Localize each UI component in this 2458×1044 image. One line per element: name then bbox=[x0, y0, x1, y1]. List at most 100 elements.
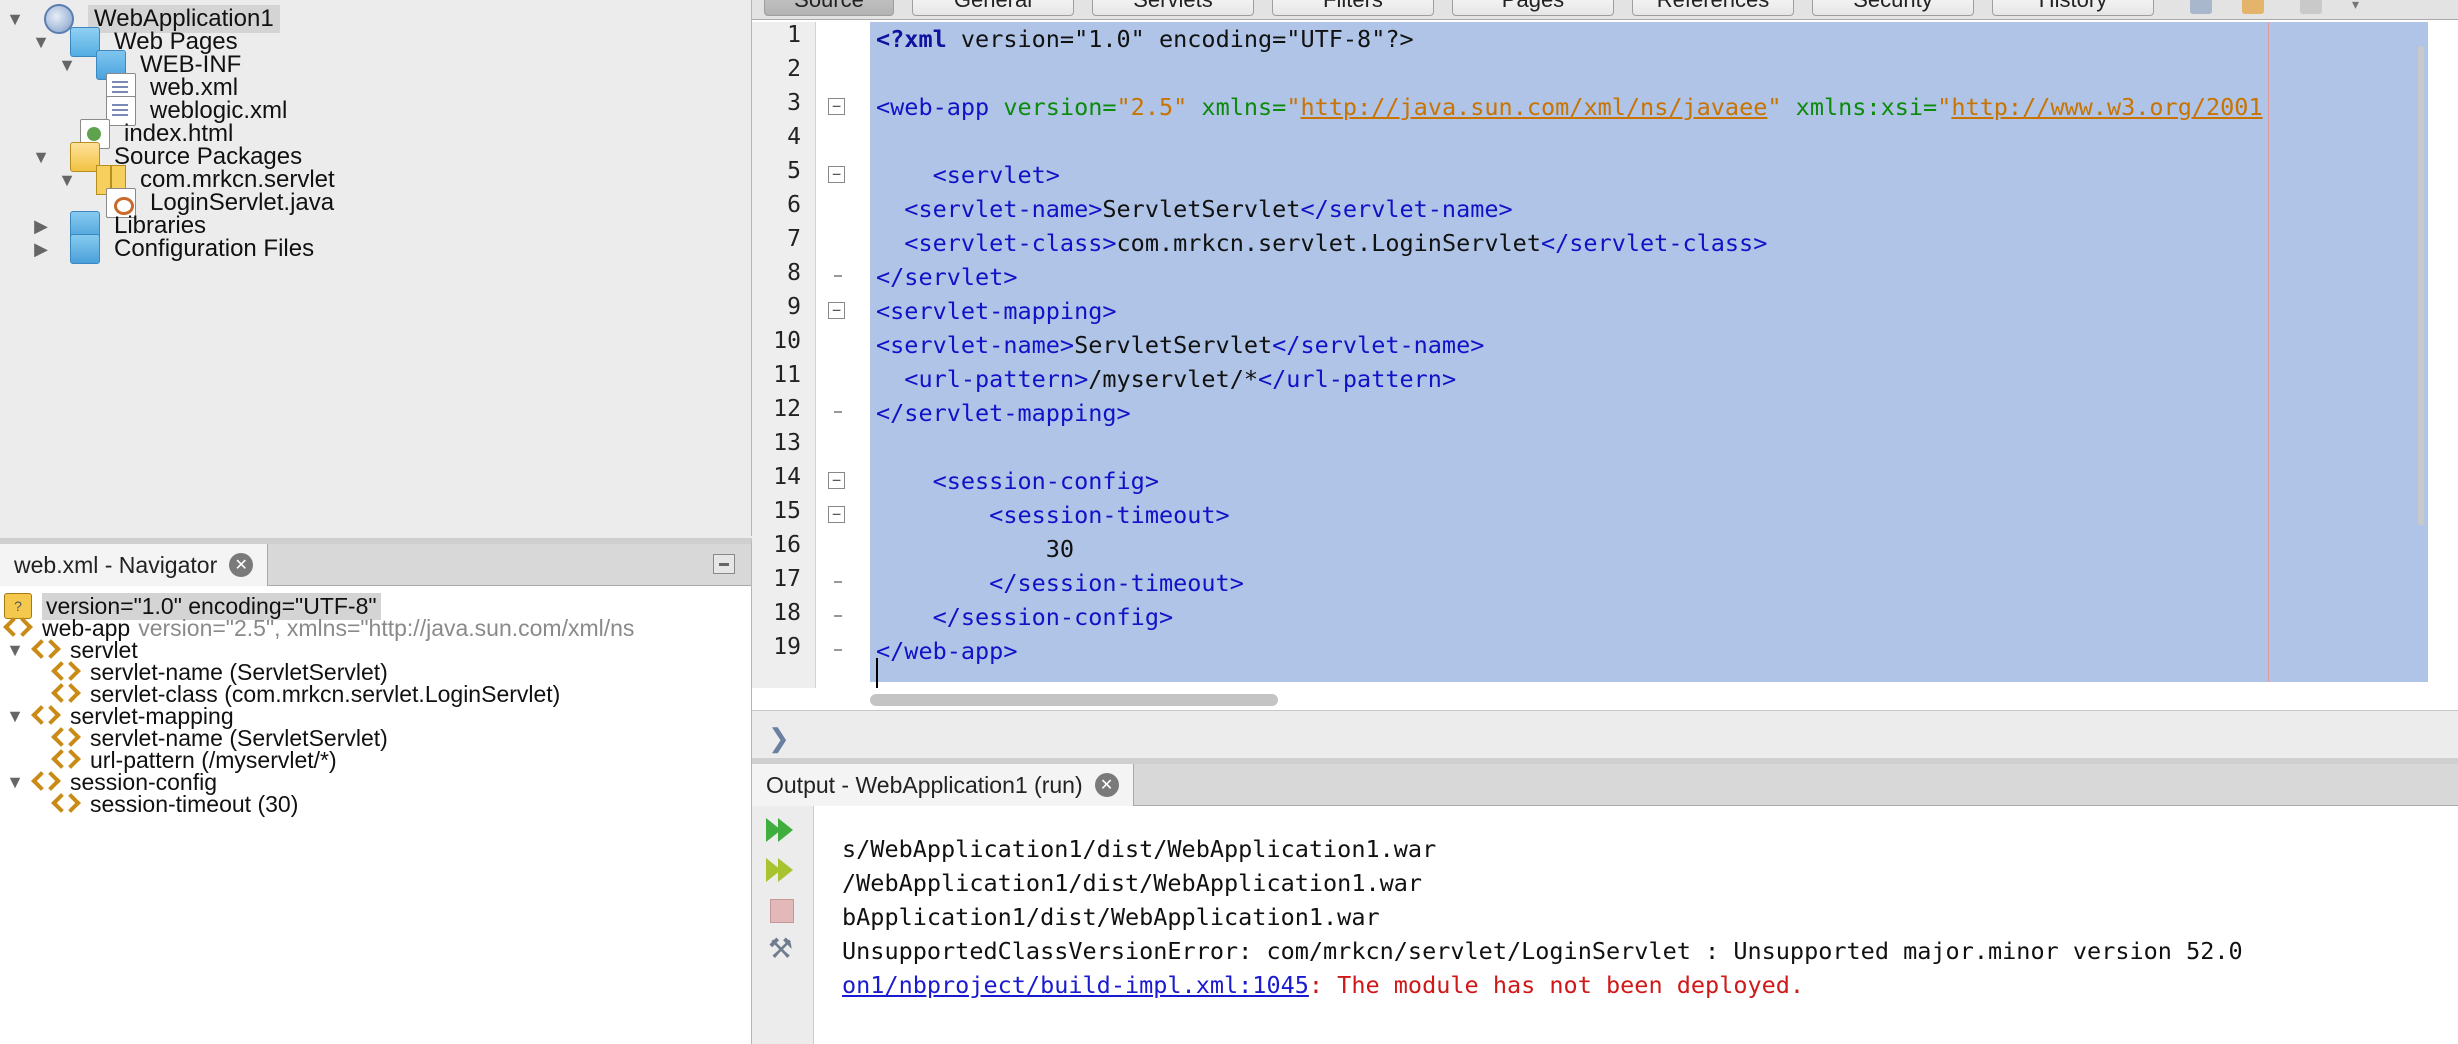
projects-panel: ▼ WebApplication1 ▼ Web Pages ▼ WEB-INF … bbox=[0, 0, 752, 536]
expand-arrow-icon[interactable]: ▼ bbox=[4, 705, 26, 727]
tab-security[interactable]: Security bbox=[1812, 0, 1974, 16]
text-caret bbox=[876, 658, 878, 688]
code-line-9: <servlet-mapping> bbox=[876, 297, 1117, 325]
code-editor[interactable]: <?xml version="1.0" encoding="UTF-8"?> <… bbox=[870, 22, 2428, 682]
expand-arrow-icon[interactable]: ▼ bbox=[56, 169, 78, 191]
tab-source[interactable]: Source bbox=[764, 0, 894, 16]
fold-collapse-icon[interactable]: − bbox=[828, 506, 845, 523]
code-line-17: </session-timeout> bbox=[876, 569, 1244, 597]
line-number: 7 bbox=[787, 226, 801, 252]
code-line-8: </servlet> bbox=[876, 263, 1018, 291]
editor-toolbar: Source General Servlets Filters Pages Re… bbox=[752, 0, 2458, 20]
xml-tag-icon bbox=[52, 791, 80, 817]
code-line-15: <session-timeout> bbox=[876, 501, 1230, 529]
rerun-icon[interactable] bbox=[764, 814, 798, 846]
rerun-with-params-icon[interactable] bbox=[764, 854, 798, 886]
tab-servlets[interactable]: Servlets bbox=[1092, 0, 1254, 16]
navigator-tabbar: web.xml - Navigator ✕ bbox=[0, 544, 751, 586]
tree-item-label: Configuration Files bbox=[114, 235, 315, 262]
fold-end-marker bbox=[834, 581, 842, 583]
expand-arrow-icon[interactable]: ▼ bbox=[30, 146, 52, 168]
vertical-scrollbar[interactable] bbox=[2418, 46, 2424, 526]
nav-item-session-timeout[interactable]: session-timeout (30) bbox=[52, 787, 298, 821]
line-number: 5 bbox=[787, 158, 801, 184]
line-number: 18 bbox=[773, 600, 801, 626]
code-line-11: <url-pattern>/myservlet/*</url-pattern> bbox=[876, 365, 1457, 393]
tab-history[interactable]: History bbox=[1992, 0, 2154, 16]
expand-arrow-icon[interactable]: ▼ bbox=[4, 639, 26, 661]
fold-end-marker bbox=[834, 411, 842, 413]
nav-item-attributes: version="2.5", xmlns="http://java.sun.co… bbox=[138, 614, 635, 641]
line-number: 4 bbox=[787, 124, 801, 150]
code-line-3: <web-app version="2.5" xmlns="http://jav… bbox=[876, 93, 2263, 121]
tab-general[interactable]: General bbox=[912, 0, 1074, 16]
editor-panel: Source General Servlets Filters Pages Re… bbox=[752, 0, 2458, 758]
code-line-19: </web-app> bbox=[876, 637, 1018, 665]
navigator-panel: web.xml - Navigator ✕ ? version="1.0" en… bbox=[0, 538, 752, 1044]
output-panel: Output - WebApplication1 (run) ✕ s/WebAp… bbox=[752, 758, 2458, 1044]
expand-arrow-icon[interactable]: ▼ bbox=[4, 771, 26, 793]
line-number: 2 bbox=[787, 56, 801, 82]
fold-end-marker bbox=[834, 649, 842, 651]
expand-arrow-icon[interactable]: ▼ bbox=[56, 54, 78, 76]
back-icon[interactable] bbox=[2190, 0, 2212, 14]
tab-references[interactable]: References bbox=[1632, 0, 1794, 16]
error-message: : The module has not been deployed. bbox=[1308, 971, 1805, 999]
code-line-14: <session-config> bbox=[876, 467, 1159, 495]
fold-collapse-icon[interactable]: − bbox=[828, 472, 845, 489]
code-line-16: 30 bbox=[876, 535, 1075, 563]
line-number-gutter: 1 2 3 4 5 6 7 8 9 10 11 12 13 14 15 16 1… bbox=[752, 22, 816, 688]
right-margin-guide bbox=[2268, 22, 2269, 682]
tab-pages[interactable]: Pages bbox=[1452, 0, 1614, 16]
toggle-comment-icon[interactable] bbox=[2300, 0, 2322, 14]
output-tabbar: Output - WebApplication1 (run) ✕ bbox=[752, 764, 2458, 806]
tree-item-configuration-files[interactable]: ▶ Configuration Files bbox=[30, 232, 314, 266]
fold-collapse-icon[interactable]: − bbox=[828, 302, 845, 319]
settings-icon[interactable] bbox=[764, 932, 798, 966]
tab-label: web.xml - Navigator bbox=[14, 551, 218, 578]
chevron-down-icon[interactable]: ▾ bbox=[2352, 0, 2374, 16]
line-number: 15 bbox=[773, 498, 801, 524]
code-line-5: <servlet> bbox=[876, 161, 1060, 189]
tab-navigator[interactable]: web.xml - Navigator ✕ bbox=[0, 544, 269, 586]
line-number: 8 bbox=[787, 260, 801, 286]
line-number: 16 bbox=[773, 532, 801, 558]
line-number: 14 bbox=[773, 464, 801, 490]
code-line-6: <servlet-name>ServletServlet</servlet-na… bbox=[876, 195, 1513, 223]
bookmark-icon[interactable] bbox=[2242, 0, 2264, 14]
expand-arrow-icon[interactable]: ▼ bbox=[4, 8, 26, 30]
build-file-link[interactable]: on1/nbproject/build-impl.xml:1045 bbox=[842, 971, 1309, 999]
fold-collapse-icon[interactable]: − bbox=[828, 166, 845, 183]
line-number: 19 bbox=[773, 634, 801, 660]
expand-arrow-icon[interactable]: ▼ bbox=[30, 31, 52, 53]
fold-end-marker bbox=[834, 615, 842, 617]
close-icon[interactable]: ✕ bbox=[229, 553, 254, 577]
tab-label: Output - WebApplication1 (run) bbox=[766, 771, 1083, 798]
close-icon[interactable]: ✕ bbox=[1094, 773, 1119, 797]
config-files-icon bbox=[70, 234, 100, 264]
code-line-18: </session-config> bbox=[876, 603, 1174, 631]
code-line-7: <servlet-class>com.mrkcn.servlet.LoginSe… bbox=[876, 229, 1768, 257]
output-line: UnsupportedClassVersionError: com/mrkcn/… bbox=[842, 937, 2243, 965]
horizontal-scrollbar-thumb[interactable] bbox=[870, 694, 1278, 706]
output-toolbar bbox=[752, 806, 814, 1044]
code-folding-column: − − − − − bbox=[816, 22, 858, 688]
tab-output-run[interactable]: Output - WebApplication1 (run) ✕ bbox=[752, 764, 1134, 806]
output-error-line: on1/nbproject/build-impl.xml:1045: The m… bbox=[842, 968, 1804, 1002]
line-number: 12 bbox=[773, 396, 801, 422]
fold-collapse-icon[interactable]: − bbox=[828, 98, 845, 115]
line-number: 11 bbox=[773, 362, 801, 388]
code-line-1: <?xml version="1.0" encoding="UTF-8"?> bbox=[876, 25, 1414, 53]
code-line-12: </servlet-mapping> bbox=[876, 399, 1131, 427]
output-line: s/WebApplication1/dist/WebApplication1.w… bbox=[842, 835, 1437, 863]
line-number: 10 bbox=[773, 328, 801, 354]
tab-filters[interactable]: Filters bbox=[1272, 0, 1434, 16]
stop-icon[interactable] bbox=[764, 894, 798, 926]
expand-arrow-icon[interactable]: ▶ bbox=[30, 238, 52, 260]
line-number: 17 bbox=[773, 566, 801, 592]
line-number: 6 bbox=[787, 192, 801, 218]
minimize-button[interactable] bbox=[713, 554, 735, 574]
code-line-10: <servlet-name>ServletServlet</servlet-na… bbox=[876, 331, 1485, 359]
output-line: /WebApplication1/dist/WebApplication1.wa… bbox=[842, 869, 1423, 897]
chevron-right-icon[interactable]: ❯ bbox=[768, 723, 790, 754]
